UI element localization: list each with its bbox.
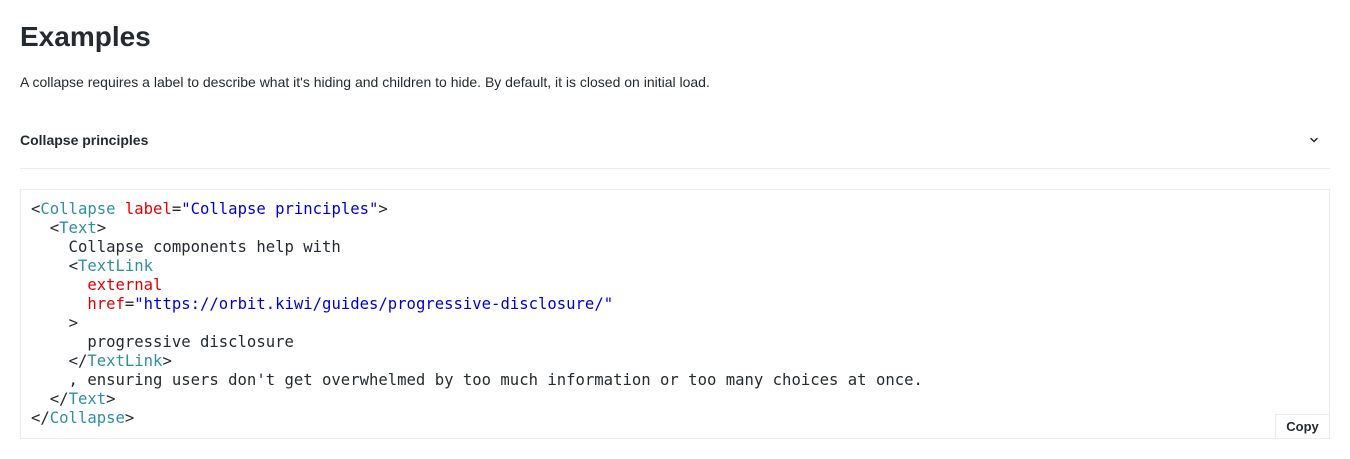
code-token-tag: TextLink <box>87 352 163 370</box>
code-token-punc: > <box>378 200 388 218</box>
code-line: </TextLink> <box>31 352 923 371</box>
code-token-attr: href <box>87 295 125 313</box>
section-description: A collapse requires a label to describe … <box>20 74 710 90</box>
code-line: , ensuring users don't get overwhelmed b… <box>31 371 923 390</box>
code-token-str: "Collapse principles" <box>181 200 379 218</box>
collapse-toggle[interactable]: Collapse principles <box>20 121 1330 159</box>
code-token-punc: > <box>124 409 135 427</box>
code-token-str: "https://orbit.kiwi/guides/progressive-d… <box>134 295 614 313</box>
code-token-punc: </ <box>49 390 69 408</box>
chevron-down-icon[interactable] <box>1306 132 1322 148</box>
code-token-tag: Text <box>68 390 107 408</box>
code-token-punc: > <box>162 352 172 370</box>
divider <box>20 168 1330 169</box>
code-token-punc: < <box>68 257 78 275</box>
code-token-attr: label <box>124 200 172 218</box>
code-token-text: Collapse components help with <box>31 238 341 256</box>
code-token-punc: </ <box>68 352 88 370</box>
code-token-punc: < <box>49 219 60 237</box>
code-token-attr: external <box>87 276 163 294</box>
code-line: href="https://orbit.kiwi/guides/progress… <box>31 295 923 314</box>
code-line: </Collapse> <box>31 409 923 428</box>
code-token-tag: Collapse <box>49 409 125 427</box>
code-token-punc: = <box>171 200 182 218</box>
code-line: <Collapse label="Collapse principles"> <box>31 200 923 219</box>
code-block: <Collapse label="Collapse principles"> <… <box>20 189 1330 439</box>
code-token-text: , ensuring users don't get overwhelmed b… <box>31 371 923 389</box>
code-line: <TextLink <box>31 257 923 276</box>
section-title: Examples <box>20 21 151 52</box>
code-token-punc: = <box>124 295 135 313</box>
code-token-text: progressive disclosure <box>31 333 294 351</box>
code-content[interactable]: <Collapse label="Collapse principles"> <… <box>31 200 923 428</box>
code-line: > <box>31 314 923 333</box>
code-line: external <box>31 276 923 295</box>
code-token-tag: TextLink <box>77 257 154 275</box>
code-token-tag: Text <box>59 219 97 237</box>
code-line: Collapse components help with <box>31 238 923 257</box>
code-token-tag: Collapse <box>40 200 116 218</box>
code-line: </Text> <box>31 390 923 409</box>
code-token-punc: > <box>96 219 107 237</box>
code-token-punc: </ <box>31 409 50 427</box>
code-token-punc: > <box>68 314 78 332</box>
copy-button[interactable]: Copy <box>1275 414 1329 438</box>
code-line: <Text> <box>31 219 923 238</box>
code-line: progressive disclosure <box>31 333 923 352</box>
code-token-punc: < <box>31 200 41 218</box>
chevron-down-glyph <box>1310 137 1318 143</box>
collapse-label: Collapse principles <box>20 132 149 148</box>
code-token-punc: > <box>106 390 116 408</box>
